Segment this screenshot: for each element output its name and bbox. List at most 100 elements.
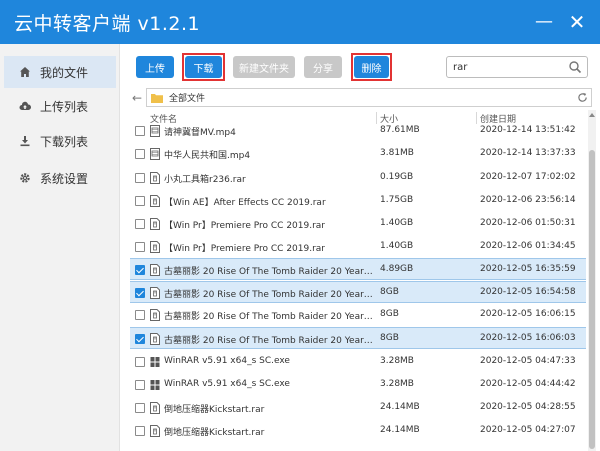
table-row[interactable]: WinRAR v5.91 x64_s SC.exe 3.28MB 2020-12-0…	[130, 351, 586, 373]
file-video-icon	[150, 125, 160, 137]
back-arrow-icon[interactable]: ←	[132, 91, 146, 105]
file-name: WinRAR v5.91 x64_s SC.exe	[164, 379, 290, 389]
row-checkbox[interactable]	[135, 196, 145, 206]
row-checkbox[interactable]	[135, 310, 145, 320]
file-name: WinRAR v5.91 x64_s SC.exe	[164, 356, 290, 366]
table-row[interactable]: 古墓丽影 20 Rise Of The Tomb Raider 20 Years…	[130, 281, 586, 303]
file-size: 24.14MB	[380, 425, 420, 435]
file-archive-icon	[150, 264, 160, 276]
delete-button[interactable]: 删除	[354, 56, 389, 78]
windows-exe-icon	[150, 357, 160, 367]
file-size: 3.81MB	[380, 148, 414, 158]
file-name: 古墓丽影 20 Rise Of The Tomb Raider 20 Years…	[164, 290, 374, 300]
windows-exe-icon	[150, 380, 160, 390]
gear-icon	[18, 171, 32, 185]
row-checkbox[interactable]	[135, 288, 145, 298]
file-archive-icon	[150, 309, 160, 321]
file-date: 2020-12-14 13:51:42	[480, 125, 576, 135]
current-path: 全部文件	[169, 94, 206, 104]
file-date: 2020-12-05 16:35:59	[480, 264, 576, 274]
sidebar-item-upload-list[interactable]: 上传列表	[4, 90, 116, 122]
row-checkbox[interactable]	[135, 426, 145, 436]
file-size: 0.19GB	[380, 172, 414, 182]
row-checkbox[interactable]	[135, 219, 145, 229]
file-date: 2020-12-14 13:37:33	[480, 148, 576, 158]
row-checkbox[interactable]	[135, 357, 145, 367]
table-row[interactable]: 小丸工具箱r236.rar 0.19GB 2020-12-07 17:02:02	[130, 167, 586, 189]
file-archive-icon	[150, 425, 160, 437]
file-name: 古墓丽影 20 Rise Of The Tomb Raider 20 Years…	[164, 312, 374, 322]
row-checkbox[interactable]	[135, 173, 145, 183]
file-video-icon	[150, 148, 160, 160]
share-button[interactable]: 分享	[304, 56, 342, 78]
close-button[interactable]: ✕	[565, 10, 589, 34]
file-archive-icon	[150, 218, 160, 230]
file-size: 87.61MB	[380, 125, 420, 135]
upload-button[interactable]: 上传	[136, 56, 174, 78]
app-title: 云中转客户端 v1.2.1	[14, 13, 201, 35]
table-row[interactable]: 【Win Pr】Premiere Pro CC 2019.rar 1.40GB 20…	[130, 213, 586, 235]
file-size: 8GB	[380, 309, 399, 319]
file-name: 倒地压缩器Kickstart.rar	[164, 405, 265, 415]
search-input[interactable]	[453, 60, 565, 74]
row-checkbox[interactable]	[135, 334, 145, 344]
sidebar-item-my-files[interactable]: 我的文件	[4, 56, 116, 88]
sidebar-item-download-list[interactable]: 下载列表	[4, 125, 116, 157]
minimize-button[interactable]: —	[532, 10, 556, 34]
file-date: 2020-12-05 16:54:58	[480, 287, 576, 297]
table-row[interactable]: 古墓丽影 20 Rise Of The Tomb Raider 20 Years…	[130, 258, 586, 280]
file-name: 【Win AE】After Effects CC 2019.rar	[164, 198, 326, 208]
file-date: 2020-12-05 04:44:42	[480, 379, 576, 389]
scrollbar-thumb[interactable]	[589, 150, 595, 449]
file-archive-icon	[150, 333, 160, 345]
file-date: 2020-12-05 04:47:33	[480, 356, 576, 366]
file-size: 8GB	[380, 333, 399, 343]
file-size: 3.28MB	[380, 379, 414, 389]
file-date: 2020-12-05 04:28:55	[480, 402, 576, 412]
file-date: 2020-12-06 23:56:14	[480, 195, 576, 205]
new-folder-button[interactable]: 新建文件夹	[233, 56, 295, 78]
scroll-up-icon[interactable]	[589, 112, 595, 118]
file-size: 1.40GB	[380, 241, 414, 251]
home-icon	[18, 65, 32, 79]
row-checkbox[interactable]	[135, 403, 145, 413]
table-row[interactable]: 倒地压缩器Kickstart.rar 24.14MB 2020-12-05 04:2…	[130, 397, 586, 419]
file-name: 小丸工具箱r236.rar	[164, 175, 246, 185]
row-checkbox[interactable]	[135, 380, 145, 390]
path-box: 全部文件	[146, 88, 592, 107]
file-name: 请神冀督MV.mp4	[164, 128, 236, 138]
table-row[interactable]: 古墓丽影 20 Rise Of The Tomb Raider 20 Years…	[130, 304, 586, 326]
row-checkbox[interactable]	[135, 149, 145, 159]
file-name: 【Win Pr】Premiere Pro CC 2019.rar	[164, 244, 325, 254]
cloud-upload-icon	[18, 99, 32, 113]
table-row[interactable]: WinRAR v5.91 x64_s SC.exe 3.28MB 2020-12-0…	[130, 374, 586, 396]
folder-icon	[151, 93, 163, 103]
download-button[interactable]: 下载	[185, 56, 222, 78]
file-name: 【Win Pr】Premiere Pro CC 2019.rar	[164, 221, 325, 231]
table-row[interactable]: 倒地压缩器Kickstart.rar 24.14MB 2020-12-05 04:2…	[130, 420, 586, 442]
file-size: 3.28MB	[380, 356, 414, 366]
sidebar-item-settings[interactable]: 系统设置	[4, 162, 116, 194]
file-archive-icon	[150, 241, 160, 253]
file-date: 2020-12-05 16:06:03	[480, 333, 576, 343]
file-archive-icon	[150, 402, 160, 414]
table-row[interactable]: 古墓丽影 20 Rise Of The Tomb Raider 20 Years…	[130, 327, 586, 349]
table-row[interactable]: 【Win Pr】Premiere Pro CC 2019.rar 1.40GB 20…	[130, 236, 586, 258]
table-row[interactable]: 中华人民共和国.mp4 3.81MB 2020-12-14 13:37:33	[130, 143, 586, 165]
table-row[interactable]: 【Win AE】After Effects CC 2019.rar 1.75GB 2…	[130, 190, 586, 212]
row-checkbox[interactable]	[135, 265, 145, 275]
file-date: 2020-12-06 01:50:31	[480, 218, 576, 228]
row-checkbox[interactable]	[135, 242, 145, 252]
path-bar: ← 全部文件	[130, 88, 594, 108]
download-icon	[18, 134, 32, 148]
table-row[interactable]: 请神冀督MV.mp4 87.61MB 2020-12-14 13:51:42	[130, 120, 586, 142]
row-checkbox[interactable]	[135, 126, 145, 136]
scrollbar[interactable]	[588, 110, 596, 451]
file-name: 中华人民共和国.mp4	[164, 151, 251, 161]
file-size: 24.14MB	[380, 402, 420, 412]
sidebar-item-label: 下载列表	[40, 134, 89, 149]
title-bar: 云中转客户端 v1.2.1 — ✕	[0, 0, 600, 44]
file-name: 古墓丽影 20 Rise Of The Tomb Raider 20 Years…	[164, 336, 374, 346]
search-icon[interactable]	[568, 60, 582, 74]
refresh-icon[interactable]	[577, 92, 588, 103]
